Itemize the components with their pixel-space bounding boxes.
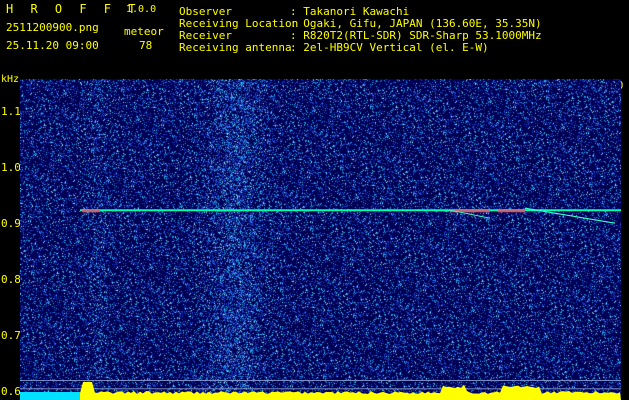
y-axis-label: kHz xyxy=(1,74,20,85)
spectrogram xyxy=(20,79,621,400)
antenna-value: : 2el-HB9CV Vertical (el. E-W) xyxy=(290,41,489,54)
meteor-count: 78 xyxy=(139,39,153,52)
antenna-key: Receiving antenna xyxy=(179,41,292,54)
date-time: 25.11.20 09:00 xyxy=(6,39,99,52)
y-tick-label: 0.9 xyxy=(1,217,21,231)
y-tick-label: 0.8 xyxy=(1,272,21,286)
hrofft-window: H R O F F T 1.0.0 2511200900.png meteor … xyxy=(0,0,629,400)
file-name: 2511200900.png xyxy=(6,21,99,34)
y-tick-label: 0.6 xyxy=(1,384,21,398)
spectrogram-overlay xyxy=(20,207,621,400)
y-tick-label: 0.7 xyxy=(1,328,21,342)
meteor-label: meteor xyxy=(124,25,164,38)
y-tick-label: 1.1 xyxy=(1,105,21,119)
y-tick-label: 1.0 xyxy=(1,161,21,175)
app-title: H R O F F T xyxy=(6,2,141,16)
signal-level-strip xyxy=(80,382,621,400)
signal-level-strip-left xyxy=(20,392,80,400)
app-version: 1.0.0 xyxy=(126,4,157,15)
